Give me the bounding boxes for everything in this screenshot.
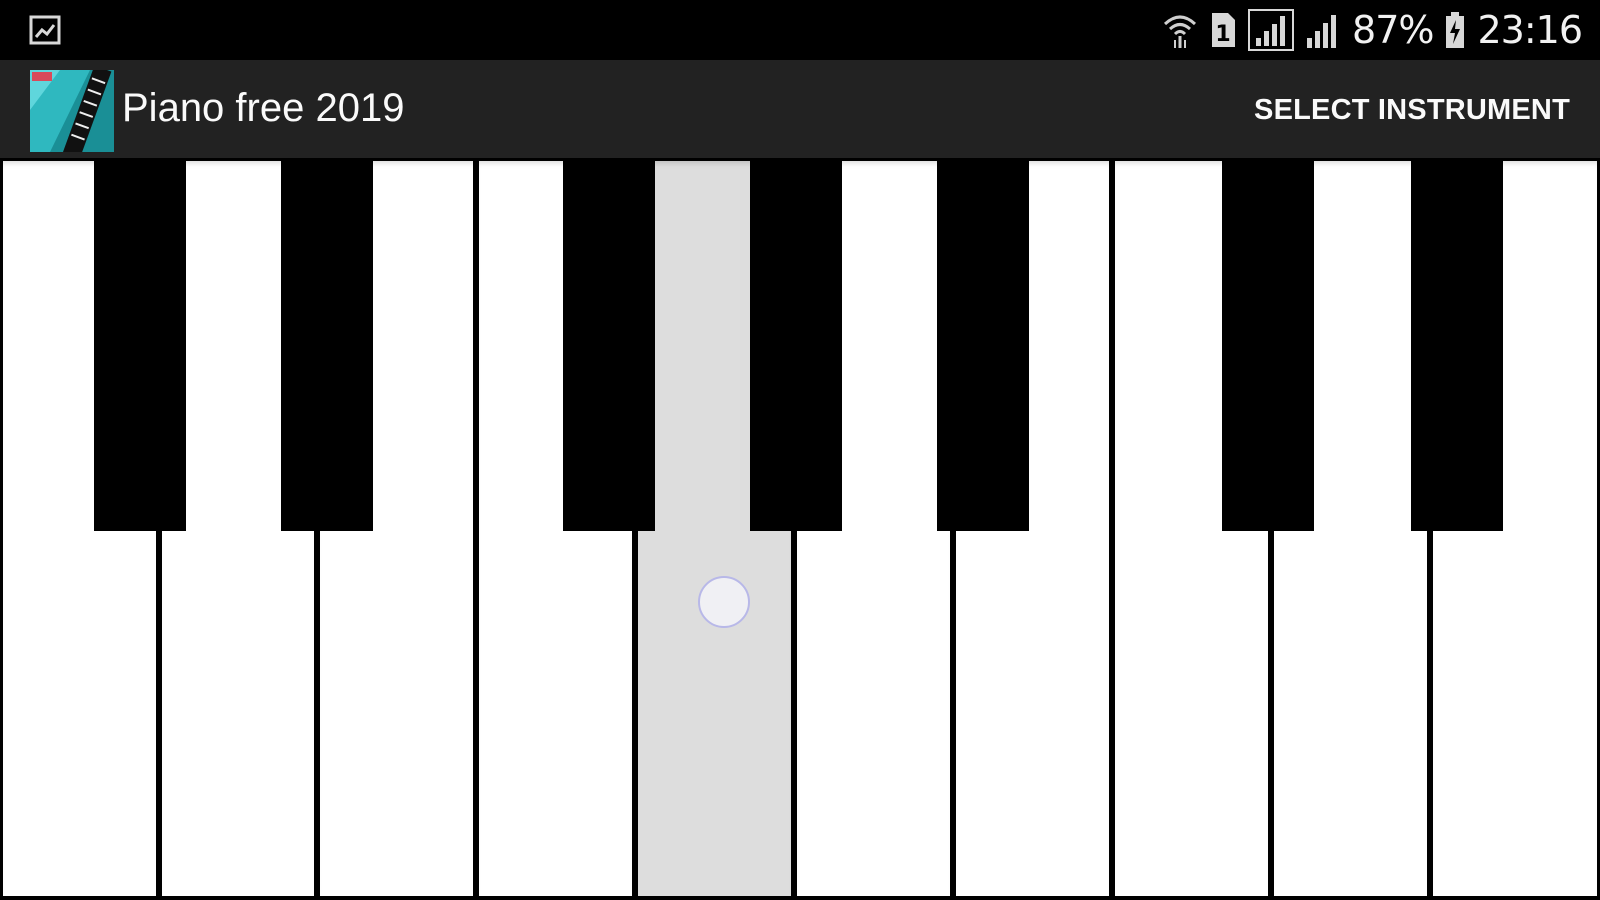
app-bar: Piano free 2019 SELECT INSTRUMENT <box>0 60 1600 158</box>
black-key[interactable] <box>1411 161 1503 531</box>
piano-keyboard <box>0 158 1600 900</box>
select-instrument-button[interactable]: SELECT INSTRUMENT <box>1254 94 1570 127</box>
status-icons: 1 87% 23:16 <box>1162 0 1583 60</box>
sim-icon: 1 <box>1212 13 1236 47</box>
black-key[interactable] <box>94 161 186 531</box>
battery-percent: 87% <box>1352 8 1434 52</box>
touch-indicator <box>698 576 750 628</box>
sim-slot-label: 1 <box>1215 22 1230 47</box>
black-key[interactable] <box>750 161 842 531</box>
black-key[interactable] <box>563 161 655 531</box>
gallery-notification-icon <box>29 15 61 45</box>
signal-icon <box>1307 15 1337 48</box>
battery-charging-icon <box>1446 12 1465 48</box>
signal-icon <box>1248 9 1295 51</box>
wifi-icon <box>1163 15 1197 48</box>
clock: 23:16 <box>1477 8 1583 52</box>
status-bar: 1 87% 23:16 <box>0 0 1600 60</box>
app-title: Piano free 2019 <box>122 86 405 130</box>
black-key[interactable] <box>281 161 373 531</box>
black-key[interactable] <box>937 161 1029 531</box>
black-key[interactable] <box>1222 161 1314 531</box>
piano-app-logo <box>30 70 114 152</box>
